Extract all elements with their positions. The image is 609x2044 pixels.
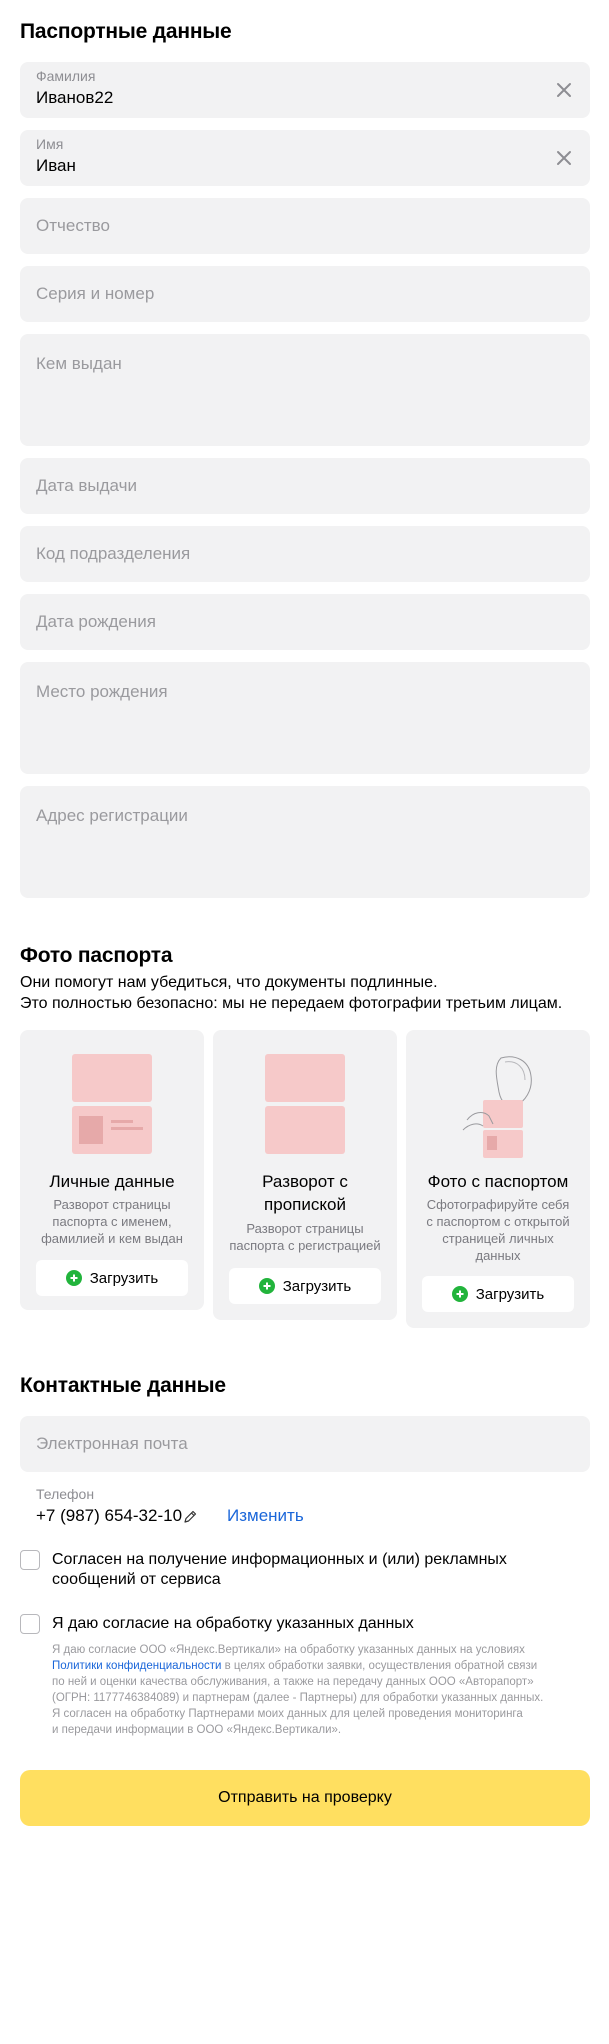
card-subtitle-line: Разворот страницы <box>53 1197 171 1212</box>
division-code-field[interactable]: Код подразделения <box>20 526 590 582</box>
photo-card-personal-data: Личные данные Разворот страницы паспорта… <box>20 1030 204 1310</box>
photos-section-title: Фото паспорта <box>20 944 173 967</box>
upload-button-label: Загрузить <box>282 1277 352 1295</box>
upload-button-label: Загрузить <box>475 1285 545 1303</box>
series-number-placeholder: Серия и номер <box>36 284 155 303</box>
card-subtitle-line: Разворот страницы <box>246 1221 364 1236</box>
card-title: Разворот с <box>262 1172 348 1191</box>
passport-section-title: Паспортные данные <box>20 20 232 43</box>
birth-place-field[interactable]: Место рождения <box>20 662 590 774</box>
change-phone-link[interactable]: Изменить <box>227 1506 304 1526</box>
legal-text-line: и передачи информации в ООО «Яндекс.Верт… <box>52 1724 342 1736</box>
photos-description-line1: Они помогут нам убедиться, что документы… <box>20 974 438 991</box>
legal-text-line: Политики конфиденциальности в целях обра… <box>52 1658 582 1674</box>
name-label: Имя <box>36 136 64 152</box>
marketing-consent-checkbox[interactable] <box>20 1550 40 1570</box>
privacy-policy-link[interactable]: Политики конфиденциальности <box>52 1660 221 1672</box>
surname-value: Иванов22 <box>36 88 114 107</box>
photos-description-line2: Это полностью безопасно: мы не передаем … <box>20 995 563 1012</box>
issued-by-placeholder: Кем выдан <box>36 354 122 373</box>
card-subtitle-line: страницей личных <box>442 1231 554 1246</box>
card-subtitle-line: паспорта с регистрацией <box>229 1238 381 1253</box>
submit-button[interactable]: Отправить на проверку <box>20 1770 590 1826</box>
upload-button-label: Загрузить <box>89 1269 159 1287</box>
photo-card-selfie: Фото с паспортом Сфотографируйте себя с … <box>406 1030 590 1328</box>
email-field[interactable]: Электронная почта <box>20 1416 590 1472</box>
selfie-with-passport-icon <box>462 1056 532 1158</box>
marketing-consent-text-line1: Согласен на получение информационных и (… <box>52 1551 507 1568</box>
passport-personal-page-icon <box>72 1054 152 1154</box>
birth-date-placeholder: Дата рождения <box>36 612 156 631</box>
issue-date-placeholder: Дата выдачи <box>36 476 137 495</box>
marketing-consent-text-line2: сообщений от сервиса <box>52 1571 221 1588</box>
legal-text-line: Я даю согласие ООО «Яндекс.Вертикали» на… <box>52 1644 525 1656</box>
card-subtitle-line: фамилией и кем выдан <box>41 1231 183 1246</box>
card-title: Фото с паспортом <box>427 1172 569 1191</box>
legal-text-fragment: в целях обработки заявки, осуществления … <box>221 1660 538 1672</box>
email-placeholder: Электронная почта <box>36 1434 188 1453</box>
passport-registration-page-icon <box>265 1054 345 1154</box>
plus-circle-icon <box>65 1270 82 1286</box>
contacts-section-title: Контактные данные <box>20 1374 226 1397</box>
clear-icon[interactable] <box>554 80 574 100</box>
legal-text-line: по ней и оценки качества обслуживания, а… <box>52 1676 534 1688</box>
card-subtitle-line: паспорта с именем, <box>52 1214 172 1229</box>
legal-text: Я даю согласие ООО «Яндекс.Вертикали» на… <box>52 1642 582 1738</box>
patronymic-field[interactable]: Отчество <box>20 198 590 254</box>
phone-value: +7 (987) 654-32-10 <box>36 1506 183 1525</box>
birth-date-field[interactable]: Дата рождения <box>20 594 590 650</box>
photo-card-registration: Разворот с пропиской Разворот страницы п… <box>213 1030 397 1320</box>
legal-text-line: (ОГРН: 1177746384089) и партнерам (далее… <box>52 1692 544 1704</box>
series-number-field[interactable]: Серия и номер <box>20 266 590 322</box>
plus-circle-icon <box>258 1278 275 1294</box>
card-subtitle-line: данных <box>475 1248 521 1263</box>
birth-place-placeholder: Место рождения <box>36 682 168 701</box>
issue-date-field[interactable]: Дата выдачи <box>20 458 590 514</box>
patronymic-placeholder: Отчество <box>36 216 110 235</box>
upload-button[interactable]: Загрузить <box>422 1276 574 1312</box>
card-title: пропиской <box>264 1195 346 1214</box>
pencil-icon[interactable] <box>182 1509 198 1525</box>
upload-button[interactable]: Загрузить <box>229 1268 381 1304</box>
data-processing-consent-checkbox[interactable] <box>20 1614 40 1634</box>
phone-label: Телефон <box>36 1486 95 1502</box>
name-field[interactable]: Имя Иван <box>20 130 590 186</box>
surname-field[interactable]: Фамилия Иванов22 <box>20 62 590 118</box>
card-subtitle-line: Сфотографируйте себя <box>426 1197 570 1212</box>
clear-icon[interactable] <box>554 148 574 168</box>
legal-text-line: Я согласен на обработку Партнерами моих … <box>52 1708 523 1720</box>
issued-by-field[interactable]: Кем выдан <box>20 334 590 446</box>
surname-label: Фамилия <box>36 68 96 84</box>
card-title: Личные данные <box>49 1172 175 1191</box>
card-subtitle-line: с паспортом с открытой <box>426 1214 570 1229</box>
upload-button[interactable]: Загрузить <box>36 1260 188 1296</box>
plus-circle-icon <box>451 1286 468 1302</box>
data-processing-consent-text: Я даю согласие на обработку указанных да… <box>52 1615 414 1632</box>
registration-address-field[interactable]: Адрес регистрации <box>20 786 590 898</box>
division-code-placeholder: Код подразделения <box>36 544 191 563</box>
registration-address-placeholder: Адрес регистрации <box>36 806 188 825</box>
name-value: Иван <box>36 156 76 175</box>
